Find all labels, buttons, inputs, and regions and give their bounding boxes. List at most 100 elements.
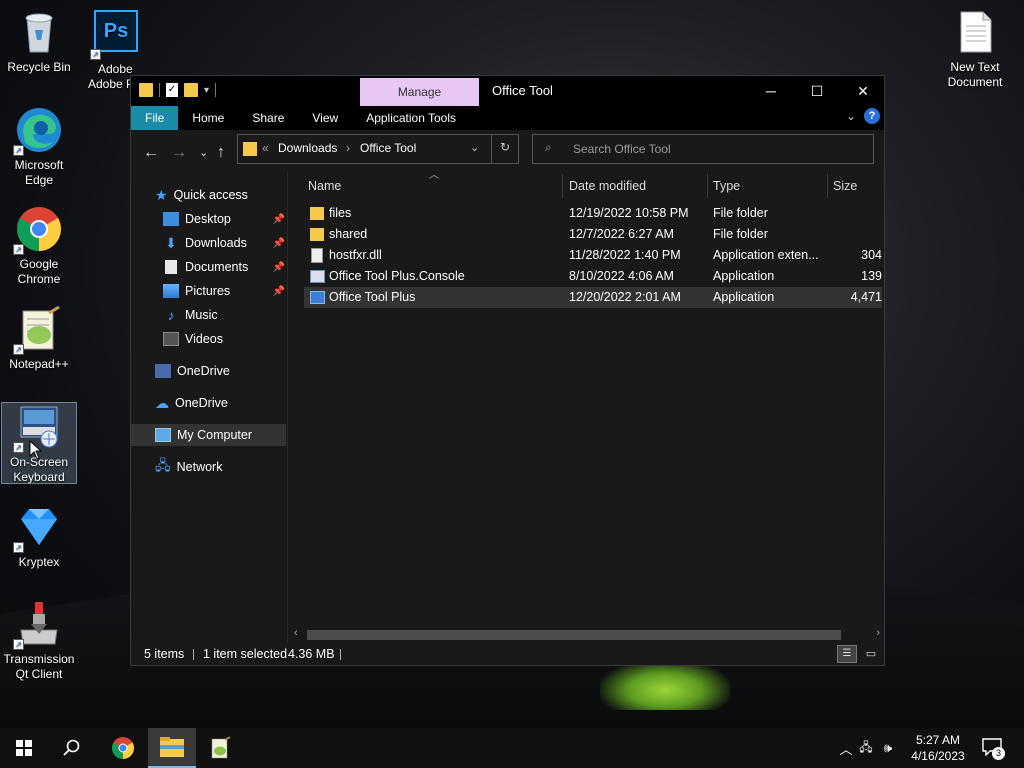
taskbar: ︿ 🖧 🕪 5:27 AM 4/16/2023 3: [0, 728, 1024, 768]
breadcrumb-office-tool[interactable]: Office Tool: [360, 141, 416, 155]
file-row[interactable]: Office Tool Plus.Console 8/10/2022 4:06 …: [304, 266, 882, 287]
desktop-icon-kryptex[interactable]: ↗ Kryptex: [0, 503, 78, 570]
nav-label: Videos: [185, 332, 223, 346]
nav-my-computer[interactable]: My Computer: [131, 424, 286, 446]
tab-file[interactable]: File: [131, 106, 179, 130]
music-icon: ♪: [167, 307, 175, 323]
nav-onedrive-2[interactable]: ☁ OneDrive: [155, 392, 228, 414]
breadcrumb-overflow[interactable]: «: [262, 141, 269, 155]
maximize-button[interactable]: ☐: [794, 76, 840, 106]
show-hidden-icons-icon[interactable]: ︿: [838, 739, 854, 758]
column-header-date[interactable]: Date modified: [569, 174, 646, 198]
nav-downloads[interactable]: ⬇ Downloads 📌: [163, 232, 287, 254]
desktop-icon-new-text-document[interactable]: New Text Document: [936, 8, 1014, 90]
address-bar[interactable]: « Downloads › Office Tool ⌄ ↻: [237, 134, 519, 164]
tab-application-tools[interactable]: Application Tools: [352, 106, 470, 130]
column-divider[interactable]: [562, 174, 563, 198]
notification-center-button[interactable]: 3: [980, 736, 1005, 760]
column-header-type[interactable]: Type: [713, 174, 740, 198]
desktop-icon-chrome[interactable]: ↗ Google Chrome: [0, 205, 78, 287]
folder-icon: [310, 228, 324, 241]
nav-documents[interactable]: Documents 📌: [163, 256, 287, 278]
file-size: 139: [861, 269, 882, 283]
nav-pictures[interactable]: Pictures 📌: [163, 280, 287, 302]
start-button[interactable]: [0, 728, 48, 768]
column-header-size[interactable]: Size: [833, 174, 857, 198]
navigation-pane[interactable]: ★ Quick access Desktop 📌 ⬇ Downloads 📌 D…: [131, 172, 287, 643]
desktop-icon-edge[interactable]: ↗ Microsoft Edge: [0, 106, 78, 188]
nav-desktop[interactable]: Desktop 📌: [163, 208, 287, 230]
customize-toolbar-icon[interactable]: ▾: [204, 85, 209, 96]
recent-locations-button[interactable]: ⌄: [199, 146, 208, 159]
forward-button[interactable]: →: [171, 144, 187, 162]
file-row[interactable]: shared 12/7/2022 6:27 AM File folder: [304, 224, 882, 245]
scroll-left-icon[interactable]: ‹: [294, 627, 298, 639]
file-name: files: [329, 206, 352, 220]
pin-icon: 📌: [272, 261, 285, 273]
tab-manage[interactable]: Manage: [360, 78, 479, 106]
nav-label: Documents: [185, 260, 249, 274]
help-icon[interactable]: ?: [864, 108, 880, 124]
expand-ribbon-icon[interactable]: ⌄: [846, 109, 856, 123]
pane-divider[interactable]: [287, 172, 288, 643]
nav-music[interactable]: ♪ Music: [163, 304, 218, 326]
minimize-button[interactable]: ─: [748, 76, 794, 106]
nav-label: My Computer: [177, 428, 253, 442]
up-button[interactable]: ↑: [217, 144, 225, 162]
refresh-icon[interactable]: ↻: [500, 140, 510, 154]
search-button[interactable]: [48, 728, 96, 768]
file-date: 11/28/2022 1:40 PM: [569, 248, 681, 262]
file-explorer-window[interactable]: ✓ ▾ Manage Office Tool ─ ☐ ✕ File Home S…: [130, 75, 885, 666]
scrollbar-thumb[interactable]: [307, 630, 841, 640]
details-view-icon[interactable]: ☰: [837, 645, 857, 663]
scroll-right-icon[interactable]: ›: [876, 627, 880, 639]
recycle-bin-icon: [15, 8, 63, 56]
title-bar[interactable]: ✓ ▾ Manage Office Tool ─ ☐ ✕: [131, 76, 884, 106]
address-dropdown-icon[interactable]: ⌄: [470, 141, 479, 154]
tab-share[interactable]: Share: [238, 106, 298, 130]
file-date: 8/10/2022 4:06 AM: [569, 269, 674, 283]
nav-videos[interactable]: Videos: [163, 328, 223, 350]
divider: [340, 649, 341, 660]
volume-icon[interactable]: 🕪: [878, 740, 898, 756]
column-divider[interactable]: [707, 174, 708, 198]
clock[interactable]: 5:27 AM 4/16/2023: [906, 732, 970, 764]
nav-onedrive-1[interactable]: OneDrive: [155, 360, 230, 382]
file-row-selected[interactable]: Office Tool Plus 12/20/2022 2:01 AM Appl…: [304, 287, 882, 308]
breadcrumb-downloads[interactable]: Downloads: [278, 141, 337, 155]
desktop-icon-recycle-bin[interactable]: Recycle Bin: [0, 8, 78, 75]
column-header-name[interactable]: Name: [308, 174, 341, 198]
file-row[interactable]: hostfxr.dll 11/28/2022 1:40 PM Applicati…: [304, 245, 882, 266]
search-icon: ⌕: [545, 140, 552, 154]
close-button[interactable]: ✕: [840, 76, 886, 106]
horizontal-scrollbar[interactable]: ‹ ›: [289, 626, 884, 643]
network-icon[interactable]: 🖧: [854, 738, 878, 759]
search-input[interactable]: Search Office Tool: [573, 142, 671, 156]
file-list[interactable]: ︿ Name Date modified Type Size files 12/…: [289, 170, 884, 643]
file-type: File folder: [713, 227, 768, 241]
search-icon: [63, 739, 80, 756]
tab-home[interactable]: Home: [178, 106, 238, 130]
dll-icon: [311, 248, 323, 263]
desktop-icon-transmission[interactable]: ↗ Transmission Qt Client: [0, 600, 78, 682]
taskbar-notepadpp[interactable]: [196, 728, 244, 768]
new-folder-icon[interactable]: [184, 83, 198, 97]
file-date: 12/19/2022 10:58 PM: [569, 206, 689, 220]
properties-icon[interactable]: ✓: [166, 83, 178, 97]
column-divider[interactable]: [827, 174, 828, 198]
clock-date: 4/16/2023: [911, 749, 965, 763]
desktop-icon-label: Notepad++: [9, 357, 69, 371]
desktop-icon-notepadpp[interactable]: ↗ Notepad++: [0, 305, 78, 372]
taskbar-file-explorer[interactable]: [148, 728, 196, 768]
nav-network[interactable]: 🖧 Network: [155, 456, 222, 478]
nav-label: OneDrive: [175, 396, 228, 410]
tab-view[interactable]: View: [298, 106, 352, 130]
folder-icon: [139, 83, 153, 97]
large-icons-view-icon[interactable]: ▭: [861, 645, 881, 663]
back-button[interactable]: ←: [143, 144, 159, 162]
search-box[interactable]: ⌕ Search Office Tool: [532, 134, 874, 164]
nav-quick-access[interactable]: ★ Quick access: [155, 184, 248, 206]
clock-time: 5:27 AM: [915, 733, 961, 747]
taskbar-chrome[interactable]: [99, 728, 147, 768]
file-row[interactable]: files 12/19/2022 10:58 PM File folder: [304, 203, 882, 224]
